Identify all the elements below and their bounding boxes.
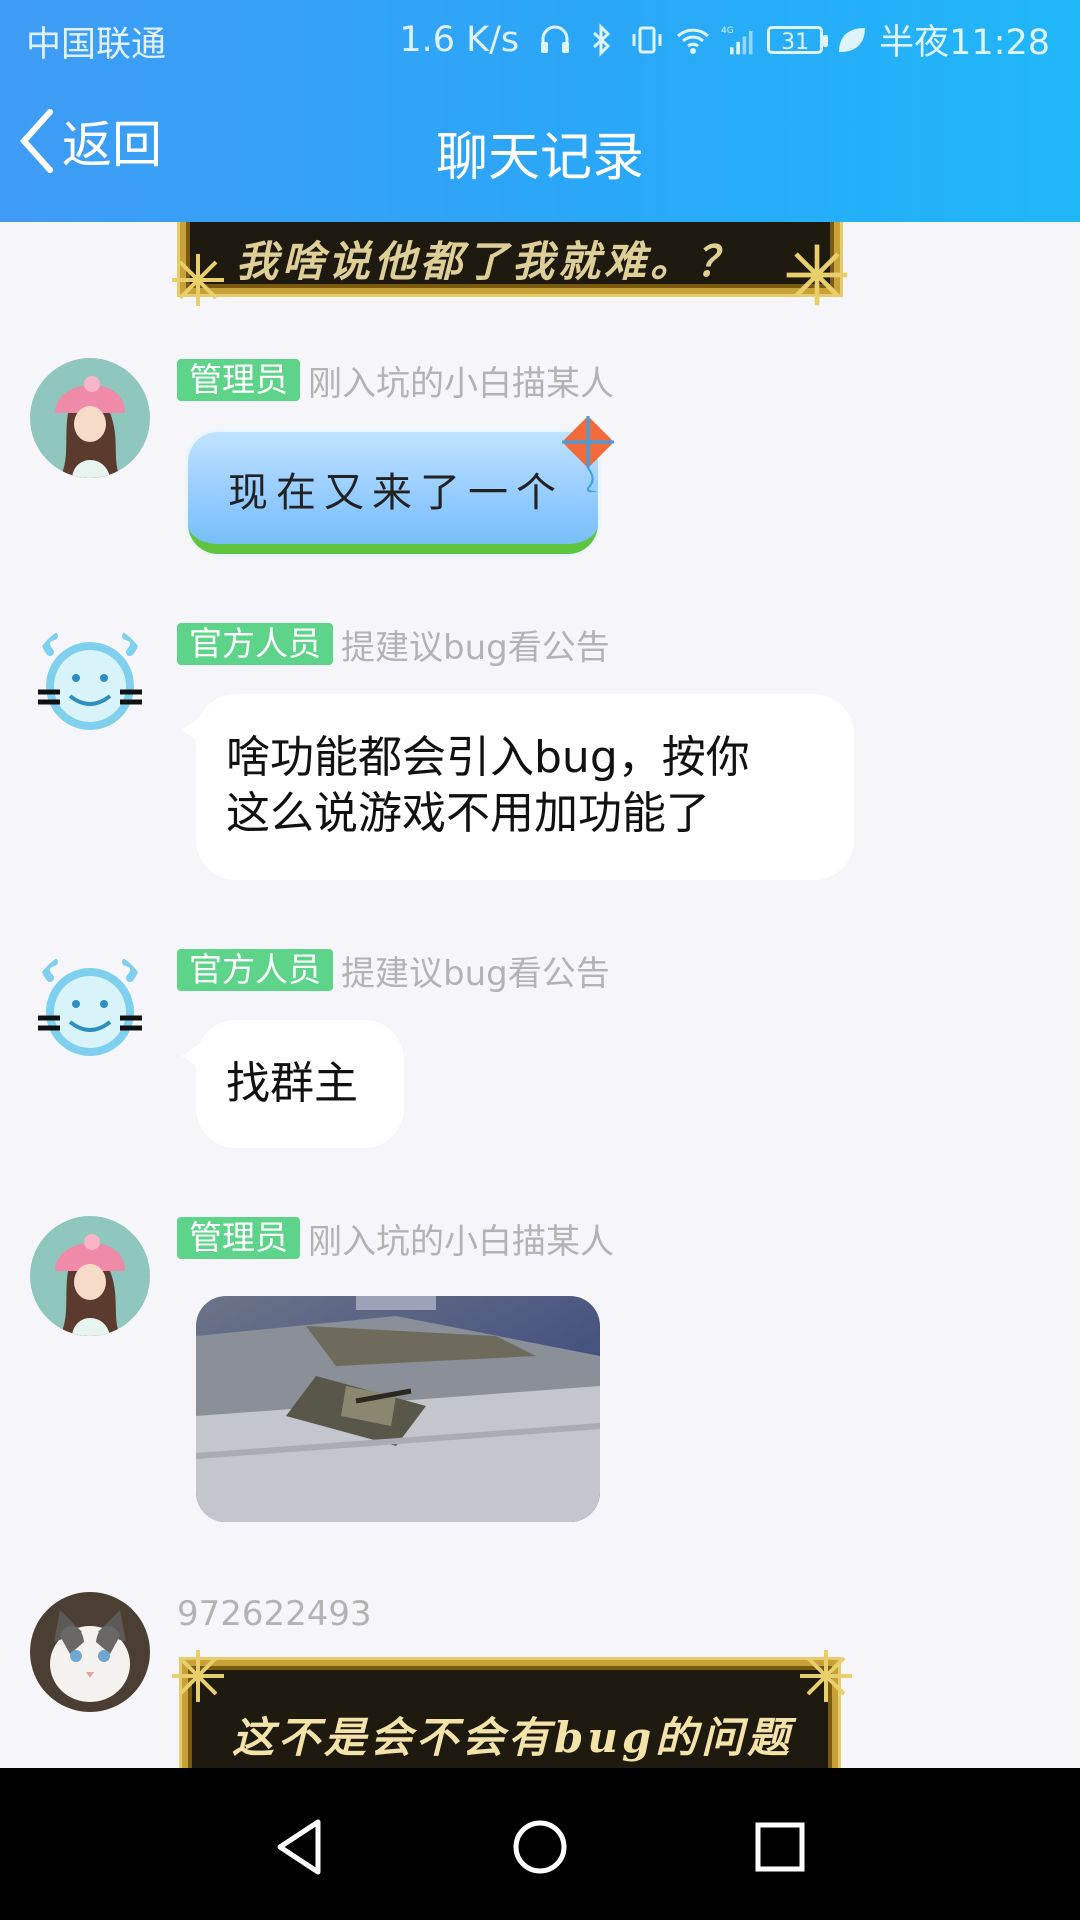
- role-badge: 官方人员: [177, 949, 333, 991]
- cat-avatar-icon: [30, 1592, 150, 1712]
- sender-line: 官方人员 提建议bug看公告: [177, 948, 610, 994]
- snowflake-icon: [800, 1650, 852, 1702]
- message-line: 这么说游戏不用加功能了: [226, 788, 710, 839]
- role-badge: 管理员: [177, 1217, 300, 1259]
- nav-home-icon[interactable]: [505, 1812, 575, 1882]
- sender-name: 提建议bug看公告: [341, 627, 610, 668]
- system-nav-bar: [0, 1768, 1080, 1920]
- kite-icon: [562, 416, 614, 492]
- themed-bubble-partial[interactable]: 我啥说他都了我就难。？: [180, 222, 840, 294]
- chat-history[interactable]: 我啥说他都了我就难。？ 管理员 刚入坑的小白描某人 现在又来了一个 官方人员 提…: [0, 222, 1080, 1768]
- sender-name: 972622493: [177, 1594, 372, 1634]
- snowflake-icon: [786, 244, 848, 306]
- avatar[interactable]: [30, 1592, 150, 1712]
- message-line: 啥功能都会引入bug，按你: [226, 732, 750, 783]
- leaf-icon: [839, 27, 866, 52]
- vibrate-icon: [632, 26, 662, 53]
- avatar[interactable]: [30, 948, 150, 1068]
- header: 中国联通 1.6 K/s 4G 31 半夜11:28 返回 聊天记录: [0, 0, 1080, 222]
- message-text: 我啥说他都了我就难。？: [236, 237, 743, 286]
- sender-line: 972622493: [177, 1592, 372, 1636]
- nav-recents-icon[interactable]: [745, 1812, 815, 1882]
- message-text: 现在又来了一个: [228, 470, 564, 516]
- headphones-icon: [541, 25, 570, 53]
- game-screenshot-image: [196, 1296, 600, 1522]
- message-text: 这不是会不会有bug的问题: [232, 1713, 794, 1762]
- battery-indicator: 31: [767, 25, 829, 55]
- sender-name: 提建议bug看公告: [341, 953, 610, 994]
- nav-back-icon[interactable]: [266, 1812, 336, 1882]
- page-title: 聊天记录: [435, 128, 644, 188]
- avatar[interactable]: [30, 1216, 150, 1336]
- nav-bar: 返回 聊天记录: [0, 75, 1080, 222]
- status-bar: 中国联通 1.6 K/s 4G 31 半夜11:28: [0, 0, 1080, 75]
- girl-avatar-icon: [30, 358, 150, 478]
- snowflake-icon: [172, 254, 224, 306]
- message-bubble[interactable]: 啥功能都会引入bug，按你 这么说游戏不用加功能了: [182, 694, 854, 880]
- message-bubble[interactable]: 找群主: [182, 1020, 404, 1148]
- sender-name: 刚入坑的小白描某人: [308, 363, 614, 404]
- sender-line: 官方人员 提建议bug看公告: [177, 622, 610, 668]
- wifi-icon: [677, 28, 710, 54]
- bluetooth-icon: [593, 22, 611, 57]
- clock: 半夜11:28: [879, 23, 1050, 63]
- themed-bubble-kite[interactable]: 现在又来了一个: [188, 432, 598, 554]
- status-icons: 1.6 K/s 4G 31 半夜11:28: [399, 14, 1050, 65]
- role-badge: 管理员: [177, 359, 300, 401]
- message-text: 找群主: [226, 1058, 358, 1109]
- image-message[interactable]: [196, 1296, 600, 1522]
- network-speed: 1.6 K/s: [399, 19, 520, 60]
- avatar[interactable]: [30, 622, 150, 742]
- role-badge: 官方人员: [177, 623, 333, 665]
- sender-line: 管理员 刚入坑的小白描某人: [177, 358, 614, 404]
- themed-bubble-gold[interactable]: 这不是会不会有bug的问题: [182, 1660, 838, 1768]
- cartoon-face-avatar-icon: [38, 958, 142, 1056]
- sender-line: 管理员 刚入坑的小白描某人: [177, 1216, 614, 1262]
- network-type: 4G: [721, 25, 734, 35]
- signal-icon: 4G: [721, 25, 753, 54]
- sender-name: 刚入坑的小白描某人: [308, 1221, 614, 1262]
- carrier-label: 中国联通: [26, 25, 167, 65]
- cartoon-face-avatar-icon: [38, 632, 142, 730]
- avatar[interactable]: [30, 358, 150, 478]
- snowflake-icon: [172, 1650, 224, 1702]
- girl-avatar-icon: [30, 1216, 150, 1336]
